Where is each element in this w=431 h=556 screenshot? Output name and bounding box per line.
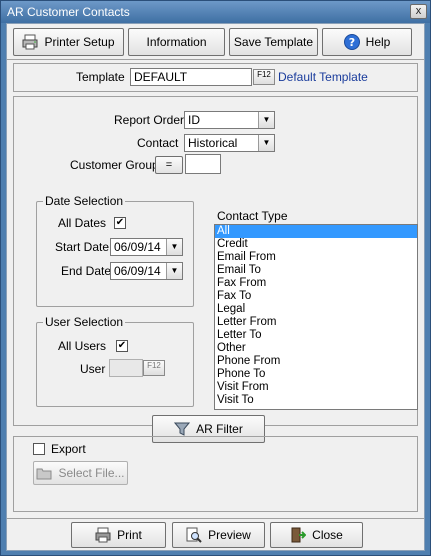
printer-setup-button[interactable]: Printer Setup — [13, 28, 124, 56]
list-item[interactable]: Email To — [215, 264, 417, 277]
template-input[interactable]: DEFAULT — [130, 68, 252, 86]
svg-text:?: ? — [348, 36, 354, 49]
date-selection-title: Date Selection — [43, 194, 126, 208]
user-lookup-button[interactable]: F12 — [143, 360, 165, 376]
user-selection-title: User Selection — [43, 315, 126, 329]
filter-icon — [174, 421, 191, 437]
customer-group-operator-button[interactable]: = — [155, 156, 183, 174]
close-label: Close — [312, 528, 343, 542]
folder-icon — [36, 465, 52, 481]
list-item[interactable]: Fax From — [215, 277, 417, 290]
list-item[interactable]: Fax To — [215, 290, 417, 303]
template-value: DEFAULT — [134, 70, 188, 84]
contact-type-label: Contact Type — [217, 209, 288, 223]
date-selection-group: Date Selection All Dates ✔ Start Date 06… — [36, 194, 194, 307]
help-button[interactable]: ? Help — [322, 28, 412, 56]
list-item[interactable]: Phone To — [215, 368, 417, 381]
user-input[interactable] — [109, 359, 143, 377]
preview-button[interactable]: Preview — [172, 522, 265, 548]
help-label: Help — [365, 35, 391, 49]
printer-setup-label: Printer Setup — [44, 35, 115, 49]
customer-group-label: Customer Group — [70, 158, 159, 172]
contact-type-list[interactable]: All Credit Email From Email To Fax From … — [214, 224, 418, 410]
print-button[interactable]: Print — [71, 522, 166, 548]
close-window-button[interactable]: x — [410, 4, 427, 19]
user-label: User — [80, 362, 106, 376]
template-panel: Template DEFAULT F12 Default Template — [13, 63, 418, 92]
list-item[interactable]: Letter To — [215, 329, 417, 342]
start-date-label: Start Date — [55, 240, 110, 254]
user-selection-group: User Selection All Users ✔ User F12 — [36, 315, 194, 407]
customer-group-operator: = — [165, 159, 173, 171]
print-label: Print — [117, 528, 142, 542]
customer-group-input[interactable] — [185, 154, 221, 174]
select-file-label: Select File... — [58, 466, 125, 480]
chevron-down-icon[interactable]: ▼ — [258, 135, 274, 151]
chevron-down-icon[interactable]: ▼ — [166, 239, 182, 255]
export-checkbox[interactable] — [33, 443, 45, 455]
all-users-checkbox[interactable]: ✔ — [116, 340, 128, 352]
contact-value: Historical — [188, 136, 238, 150]
contact-label: Contact — [137, 136, 179, 150]
save-template-label: Save Template — [233, 35, 314, 49]
list-item[interactable]: Visit To — [215, 394, 417, 407]
end-date-picker[interactable]: 06/09/14 ▼ — [110, 262, 183, 280]
information-button[interactable]: Information — [128, 28, 225, 56]
template-label: Template — [76, 70, 125, 84]
all-users-label: All Users — [58, 339, 107, 353]
criteria-panel: Report Order ID ▼ Contact Historical ▼ C… — [13, 96, 418, 443]
contact-select[interactable]: Historical ▼ — [184, 134, 275, 152]
preview-label: Preview — [208, 528, 251, 542]
footer-bar: Print Preview Close — [7, 518, 424, 550]
chevron-down-icon[interactable]: ▼ — [166, 263, 182, 279]
preview-icon — [186, 527, 202, 543]
client-area: Printer Setup Information Save Template … — [6, 23, 425, 551]
help-icon: ? — [343, 34, 360, 50]
start-date-picker[interactable]: 06/09/14 ▼ — [110, 238, 183, 256]
information-label: Information — [146, 35, 207, 49]
report-order-select[interactable]: ID ▼ — [184, 111, 275, 129]
report-order-label: Report Order — [114, 113, 185, 127]
print-icon — [95, 527, 111, 543]
all-dates-checkbox[interactable]: ✔ — [114, 217, 126, 229]
list-item[interactable]: Letter From — [215, 316, 417, 329]
start-date-value: 06/09/14 — [114, 240, 161, 254]
chevron-down-icon[interactable]: ▼ — [258, 112, 274, 128]
title-bar[interactable]: AR Customer Contacts x — [1, 1, 430, 23]
export-panel: Export Select File... — [13, 436, 418, 512]
list-item[interactable]: Other — [215, 342, 417, 355]
printer-setup-icon — [22, 34, 38, 50]
app-window: AR Customer Contacts x Printer Setup Inf… — [0, 0, 431, 556]
all-dates-label: All Dates — [58, 216, 107, 230]
close-button[interactable]: Close — [270, 522, 363, 548]
export-label: Export — [51, 442, 86, 456]
toolbar: Printer Setup Information Save Template … — [7, 24, 424, 60]
template-description: Default Template — [278, 70, 368, 84]
list-item[interactable]: Legal — [215, 303, 417, 316]
list-item[interactable]: All — [215, 225, 417, 238]
select-file-button[interactable]: Select File... — [33, 461, 128, 485]
list-item[interactable]: Phone From — [215, 355, 417, 368]
window-title: AR Customer Contacts — [7, 5, 130, 19]
exit-icon — [290, 527, 307, 543]
template-lookup-button[interactable]: F12 — [253, 69, 275, 85]
list-item[interactable]: Visit From — [215, 381, 417, 394]
end-date-value: 06/09/14 — [114, 264, 161, 278]
ar-filter-label: AR Filter — [196, 422, 243, 436]
save-template-button[interactable]: Save Template — [229, 28, 318, 56]
end-date-label: End Date — [61, 264, 112, 278]
list-item[interactable]: Credit — [215, 238, 417, 251]
list-item[interactable]: Email From — [215, 251, 417, 264]
report-order-value: ID — [188, 113, 200, 127]
